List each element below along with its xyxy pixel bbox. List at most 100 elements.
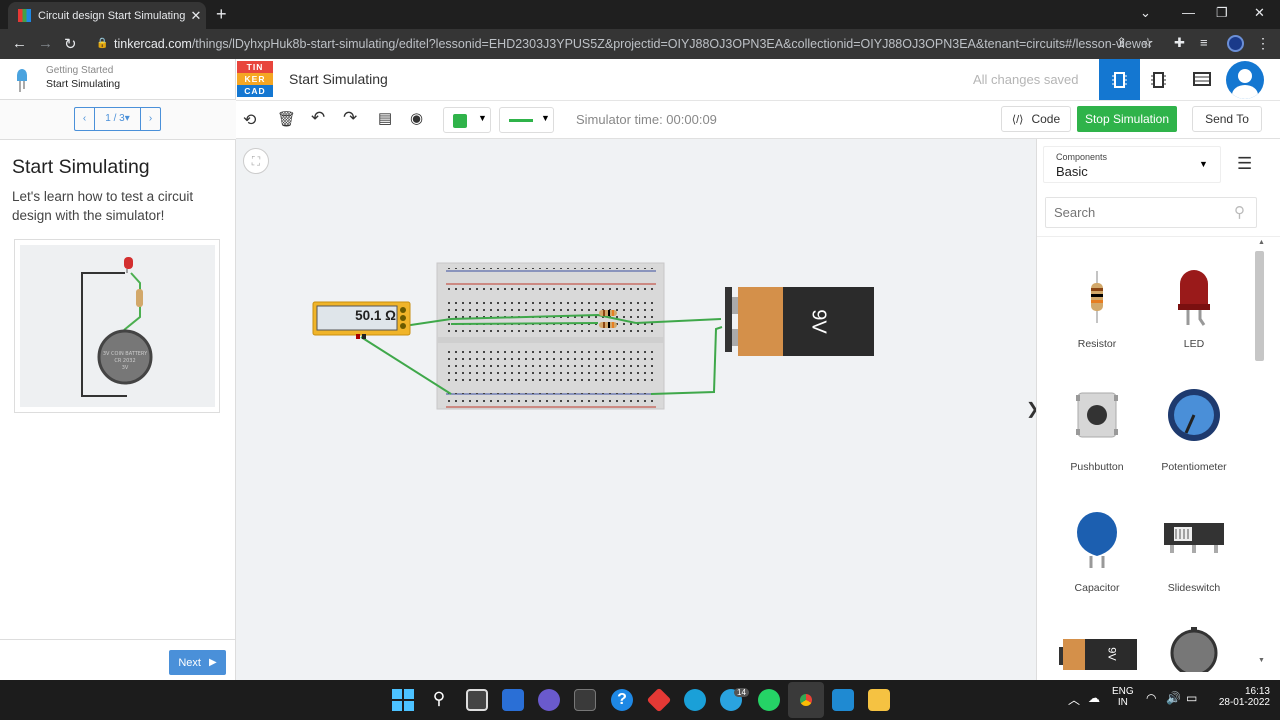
workplane-canvas[interactable]: ⛶ 50.1 Ω 9V ❯ <box>236 139 1039 680</box>
widgets-icon[interactable] <box>502 689 524 711</box>
lesson-panel: Getting Started Start Simulating ‹ 1 / 3… <box>0 59 236 680</box>
chevron-down-icon: ▼ <box>1199 159 1208 169</box>
notes-icon[interactable]: ▤ <box>378 109 392 127</box>
component-coin-cell-partial[interactable] <box>1170 627 1218 677</box>
battery-9v-icon <box>1059 639 1137 670</box>
battery-9v-text: 9V <box>1105 647 1118 661</box>
share-icon[interactable]: ⇪ <box>1116 35 1127 51</box>
potentiometer-label: Potentiometer <box>1161 461 1227 473</box>
new-tab-icon[interactable]: + <box>216 4 227 25</box>
list-view-icon[interactable]: ☰ <box>1237 154 1252 174</box>
component-search[interactable]: ⚲ <box>1045 197 1257 228</box>
pushbutton-icon <box>1076 392 1118 438</box>
wire-type-picker[interactable]: ▼ <box>499 107 554 133</box>
search-input[interactable] <box>1046 198 1226 226</box>
lesson-pager-bar: ‹ 1 / 3▾ › <box>0 100 236 140</box>
potentiometer-icon <box>1168 389 1220 441</box>
tab-title: Circuit design Start Simulating | T <box>38 9 186 22</box>
component-potentiometer[interactable]: Potentiometer <box>1144 382 1244 482</box>
circuit-drawing <box>312 262 874 410</box>
close-window-icon[interactable]: ✕ <box>1254 5 1265 21</box>
resistor-2 <box>599 322 617 328</box>
back-icon[interactable]: ← <box>12 35 27 52</box>
next-button[interactable]: Next ▶ <box>169 650 226 675</box>
tray-overflow-icon[interactable]: ︿ <box>1068 691 1080 708</box>
battery-label: 9V <box>807 309 830 334</box>
resistor-label: Resistor <box>1077 338 1117 350</box>
pushbutton-label: Pushbutton <box>1070 461 1124 473</box>
component-resistor[interactable]: Resistor <box>1047 259 1147 359</box>
battery-icon[interactable]: ▭ <box>1186 691 1197 705</box>
close-tab-icon[interactable]: ✕ <box>186 8 206 24</box>
profile-avatar-icon[interactable] <box>1227 35 1244 52</box>
scroll-down-icon[interactable]: ▼ <box>1258 657 1265 664</box>
led-icon <box>1178 270 1210 326</box>
rotate-icon[interactable]: ⟲ <box>243 110 256 130</box>
maximize-icon[interactable]: ❐ <box>1216 5 1228 21</box>
search-icon[interactable]: ⚲ <box>428 689 450 711</box>
next-step-button[interactable]: › <box>140 108 160 130</box>
send-to-button[interactable]: Send To <box>1192 106 1262 132</box>
tab-search-icon[interactable]: ⌄ <box>1140 5 1151 21</box>
extensions-icon[interactable]: ✚ <box>1174 35 1185 51</box>
lesson-preview-frame: 3V COIN BATTERY CR 2032 3V <box>14 239 220 413</box>
scroll-up-icon[interactable]: ▲ <box>1258 239 1265 246</box>
whatsapp-icon[interactable] <box>758 689 780 711</box>
reload-icon[interactable]: ↻ <box>64 35 77 53</box>
lesson-footer: Next ▶ <box>0 639 236 680</box>
search-icon: ⚲ <box>1234 204 1245 221</box>
chrome-icon[interactable] <box>795 689 817 711</box>
onedrive-icon[interactable]: ☁ <box>1088 691 1100 705</box>
schematic-view-button[interactable] <box>1151 71 1166 94</box>
help-icon[interactable]: ? <box>611 689 633 711</box>
address-bar[interactable]: 🔒 tinkercad.com/things/lDyhxpHuk8b-start… <box>94 33 1164 55</box>
delete-icon[interactable]: 🗑 <box>277 110 296 128</box>
prev-step-button[interactable]: ‹ <box>75 108 95 130</box>
task-view-icon[interactable] <box>466 689 488 711</box>
wifi-icon[interactable]: ◠ <box>1146 691 1156 705</box>
components-dropdown[interactable]: Components Basic ▼ <box>1043 146 1221 183</box>
lesson-title: Start Simulating <box>12 156 150 178</box>
bookmark-star-icon[interactable]: ☆ <box>1142 35 1154 51</box>
minimize-icon[interactable]: — <box>1182 5 1195 20</box>
redo-icon[interactable]: ↷ <box>343 108 357 128</box>
panel-scrollbar[interactable] <box>1255 251 1264 361</box>
undo-icon[interactable]: ↶ <box>311 108 325 128</box>
store-icon[interactable] <box>574 689 596 711</box>
edge-icon[interactable] <box>684 689 706 711</box>
next-arrow-icon: ▶ <box>208 657 217 668</box>
component-list-button[interactable] <box>1193 72 1211 91</box>
project-title[interactable]: Start Simulating <box>289 71 388 87</box>
media-icon[interactable]: ≡ <box>1200 35 1208 50</box>
component-battery-9v-partial[interactable]: 9V <box>1059 639 1137 670</box>
breadcrumb-parent[interactable]: Getting Started <box>46 65 113 76</box>
multimeter-reading: 50.1 Ω <box>355 308 396 323</box>
browser-menu-icon[interactable]: ⋮ <box>1256 35 1270 52</box>
step-indicator[interactable]: 1 / 3▾ <box>95 108 140 130</box>
code-button[interactable]: ⟨/⟩ Code <box>1001 106 1071 132</box>
teams-chat-icon[interactable] <box>538 689 560 711</box>
stop-simulation-button[interactable]: Stop Simulation <box>1077 106 1177 132</box>
coin-cell-label: 3V COIN BATTERY <box>103 351 148 357</box>
clock[interactable]: 16:13 28-01-2022 <box>1210 686 1270 708</box>
browser-tab[interactable]: Circuit design Start Simulating | T ✕ <box>8 2 206 29</box>
component-slideswitch[interactable]: Slideswitch <box>1144 503 1244 603</box>
volume-icon[interactable]: 🔊 <box>1166 691 1181 705</box>
capacitor-label: Capacitor <box>1074 582 1120 594</box>
anydesk-icon[interactable] <box>646 687 672 713</box>
table-icon <box>1193 72 1211 86</box>
component-led[interactable]: LED <box>1144 259 1244 359</box>
visibility-eye-icon[interactable]: ◉ <box>410 109 423 127</box>
vscode-icon[interactable] <box>832 689 854 711</box>
telegram-badge: 14 <box>734 688 749 697</box>
windows-start-icon[interactable] <box>392 689 414 711</box>
user-avatar[interactable] <box>1226 61 1264 99</box>
file-explorer-icon[interactable] <box>868 689 890 711</box>
language-indicator[interactable]: ENG IN <box>1112 686 1134 708</box>
color-picker[interactable]: ▼ <box>443 107 491 133</box>
led-lesson-icon <box>17 69 27 92</box>
component-capacitor[interactable]: Capacitor <box>1047 503 1147 603</box>
component-pushbutton[interactable]: Pushbutton <box>1047 382 1147 482</box>
circuit-view-button[interactable] <box>1099 59 1140 100</box>
forward-icon[interactable]: → <box>38 35 53 52</box>
